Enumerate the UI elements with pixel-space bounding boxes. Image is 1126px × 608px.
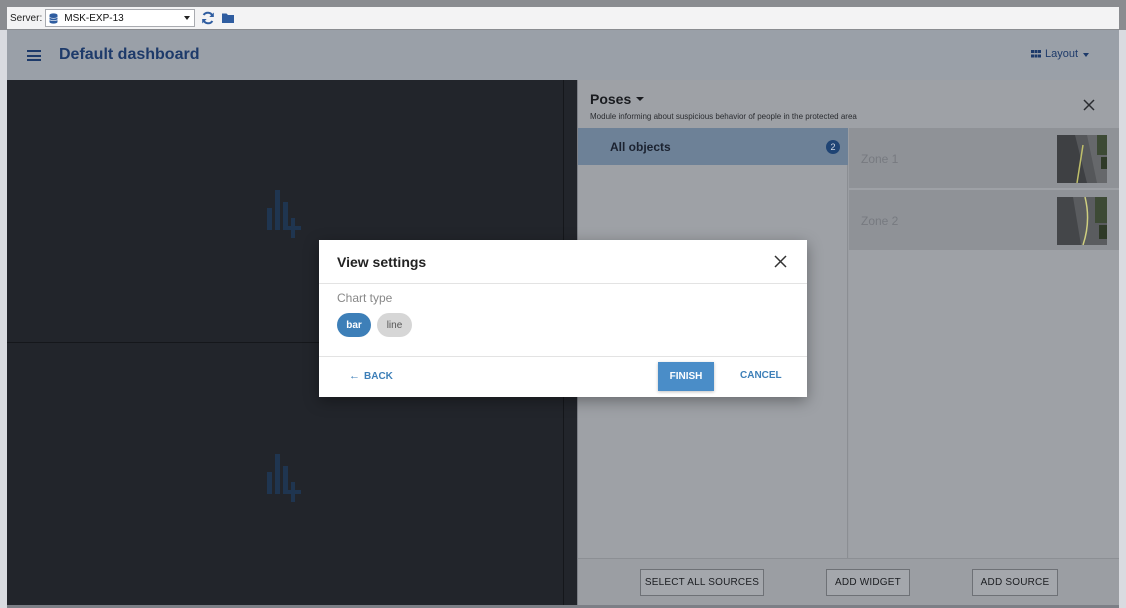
database-icon [49,12,58,24]
zone-item[interactable]: Zone 1 [849,128,1119,189]
back-label: BACK [364,370,393,382]
add-source-button[interactable]: ADD SOURCE [972,569,1058,596]
dialog-title: View settings [337,254,427,270]
camera-thumbnail [1057,197,1107,245]
zone-list: Zone 1 Zone 2 [849,128,1119,558]
chart-type-bar-chip[interactable]: bar [337,313,371,337]
grid-icon [1030,50,1041,58]
chart-type-label: Chart type [337,291,393,305]
app-header: Default dashboard Layout [7,30,1119,80]
view-settings-dialog: View settings Chart type bar line ← BACK… [319,240,807,397]
close-icon[interactable] [774,255,787,268]
server-label: Server: [10,12,43,24]
panel-title-text: Poses [590,91,632,107]
divider [319,283,807,284]
back-button[interactable]: ← BACK [349,370,393,382]
add-chart-icon[interactable] [265,188,315,238]
camera-thumbnail [1057,135,1107,183]
chevron-down-icon [636,97,645,101]
server-select-value: MSK-EXP-13 [64,12,124,24]
cancel-button[interactable]: CANCEL [740,370,782,381]
chevron-down-icon [1083,52,1089,57]
folder-icon[interactable] [221,11,235,25]
window-border-right [1119,30,1126,608]
count-badge: 2 [826,140,840,154]
server-toolbar: Server: MSK-EXP-13 [0,0,1126,30]
panel-subtitle: Module informing about suspicious behavi… [590,112,857,121]
close-icon[interactable] [1083,99,1095,111]
app-window: Server: MSK-EXP-13 Default dashboard Lay… [0,0,1126,608]
zone-item[interactable]: Zone 2 [849,190,1119,251]
refresh-icon[interactable] [201,11,215,25]
page-title: Default dashboard [59,46,200,63]
all-objects-label: All objects [610,139,671,154]
select-all-sources-button[interactable]: SELECT ALL SOURCES [640,569,764,596]
server-select[interactable]: MSK-EXP-13 [45,9,196,27]
window-border-left [0,30,7,608]
layout-label: Layout [1044,48,1078,60]
divider [319,356,807,357]
panel-header: Poses Module informing about suspicious … [578,80,1119,128]
zone-label: Zone 1 [861,152,899,166]
list-item-all-objects[interactable]: All objects 2 [578,128,848,165]
zone-label: Zone 2 [861,214,899,228]
chart-type-line-chip[interactable]: line [377,313,412,337]
arrow-left-icon: ← [349,370,360,382]
add-widget-button[interactable]: ADD WIDGET [826,569,910,596]
finish-button[interactable]: FINISH [658,362,714,391]
add-chart-icon[interactable] [265,452,315,502]
panel-footer: SELECT ALL SOURCES ADD WIDGET ADD SOURCE [578,558,1119,605]
panel-title[interactable]: Poses [590,91,645,107]
server-toolbar-inner: Server: MSK-EXP-13 [7,7,1119,29]
layout-button[interactable]: Layout [1030,48,1089,60]
menu-icon[interactable] [27,50,41,61]
chevron-down-icon [184,16,191,20]
